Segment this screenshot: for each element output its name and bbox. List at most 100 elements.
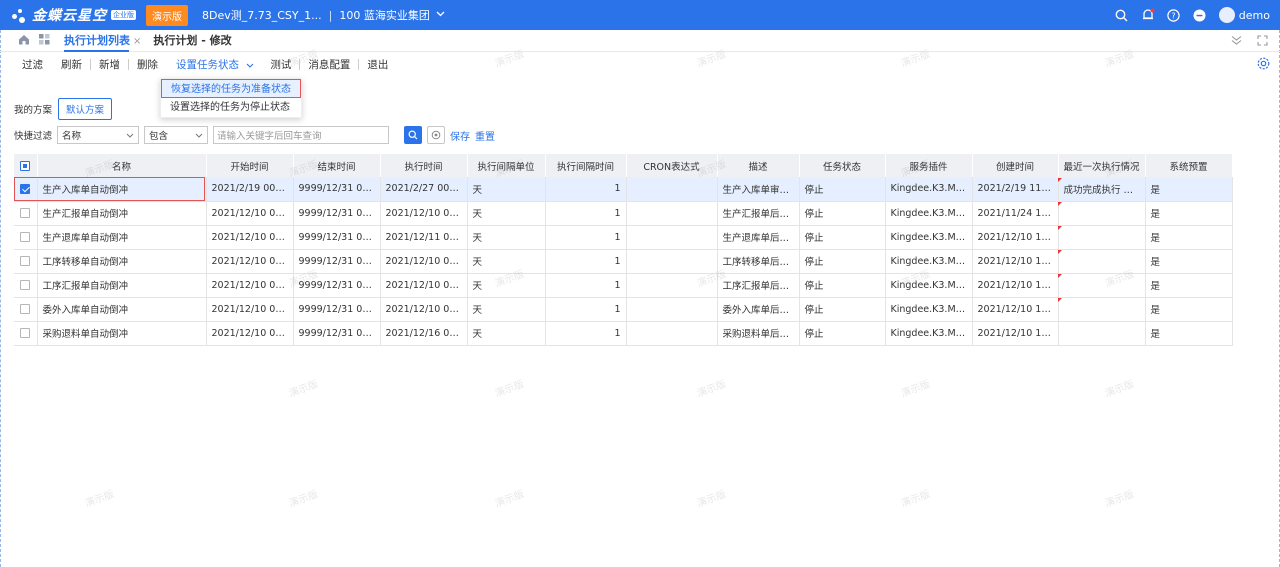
database-name[interactable]: 8Dev测_7.73_CSY_1... — [202, 7, 322, 23]
table-cell: 1 — [545, 273, 627, 298]
row-checkbox[interactable] — [20, 280, 31, 290]
search-icon[interactable] — [1115, 8, 1129, 22]
table-cell: 工序汇报单后台自... — [717, 273, 800, 298]
column-header[interactable]: 执行时间 — [380, 154, 468, 177]
new-button[interactable]: 新增 — [91, 57, 128, 72]
column-header[interactable]: CRON表达式 — [626, 154, 718, 177]
table-row[interactable]: 采购退料单自动倒冲 2021/12/10 00:0... 9999/12/31 00… — [14, 321, 1233, 346]
table-cell: 2021/12/10 14:1... — [972, 297, 1059, 322]
filter-operator-select[interactable]: 包含 — [144, 126, 209, 144]
filter-keyword-input[interactable]: 请输入关键字后回车查询 — [213, 126, 390, 144]
home-icon[interactable] — [18, 34, 30, 48]
column-header[interactable]: 描述 — [717, 154, 800, 177]
table-cell: 1 — [545, 297, 627, 322]
table-cell: 工序转移单后台自... — [717, 249, 800, 274]
row-select-cell[interactable] — [14, 177, 38, 202]
search-button[interactable] — [404, 126, 423, 144]
column-header[interactable]: 执行间隔单位 — [467, 154, 546, 177]
reset-filter-link[interactable]: 重置 — [475, 128, 495, 143]
select-all-cell[interactable] — [14, 154, 38, 177]
scheme-bar: 我的方案 默认方案 — [14, 98, 113, 120]
user-menu[interactable]: demo — [1218, 7, 1270, 23]
tab-label: 执行计划列表 — [64, 33, 130, 47]
table-cell: 生产入库单审核自... — [717, 177, 800, 202]
table-row[interactable]: 委外入库单自动倒冲 2021/12/10 00:0... 9999/12/31 00… — [14, 297, 1233, 322]
settings-gear-icon[interactable] — [1257, 57, 1270, 73]
bell-icon[interactable] — [1141, 8, 1155, 22]
table-row[interactable]: 生产入库单自动倒冲2021/2/19 00:00:...9999/12/31 0… — [14, 177, 1233, 202]
row-checkbox[interactable] — [20, 183, 31, 194]
table-cell: 生产汇报单自动倒冲 — [37, 201, 207, 226]
test-button[interactable]: 测试 — [262, 57, 299, 72]
table-cell: 9999/12/31 00:0... — [293, 297, 381, 322]
table-cell: 是 — [1145, 225, 1233, 250]
row-select-cell[interactable] — [14, 297, 38, 322]
filter-button[interactable]: 过滤 — [0, 57, 51, 72]
row-select-cell[interactable] — [14, 273, 38, 298]
row-select-cell[interactable] — [14, 321, 38, 346]
help-icon[interactable]: ? — [1167, 8, 1181, 22]
select-all-checkbox[interactable] — [20, 160, 31, 171]
refresh-button[interactable]: 刷新 — [51, 57, 90, 72]
close-icon[interactable]: × — [133, 36, 141, 47]
table-cell: 1 — [545, 225, 627, 250]
filter-field-select[interactable]: 名称 — [57, 126, 140, 144]
exit-button[interactable]: 退出 — [359, 57, 396, 72]
table-row[interactable]: 工序汇报单自动倒冲 2021/12/10 00:0... 9999/12/31 00… — [14, 273, 1233, 298]
tab-plan-list[interactable]: 执行计划列表 × — [64, 30, 141, 52]
row-checkbox[interactable] — [20, 304, 31, 314]
cell-change-marker — [1058, 274, 1062, 278]
column-header[interactable]: 最近一次执行情况 — [1058, 154, 1146, 177]
row-checkbox[interactable] — [20, 208, 31, 218]
delete-button[interactable]: 删除 — [129, 57, 166, 72]
cell-change-marker — [1058, 226, 1062, 230]
menu-item-set-stop[interactable]: 设置选择的任务为停止状态 — [161, 98, 301, 117]
column-header[interactable]: 执行间隔时间 — [545, 154, 627, 177]
row-checkbox[interactable] — [20, 328, 31, 338]
row-select-cell[interactable] — [14, 225, 38, 250]
table-cell: 1 — [545, 177, 627, 202]
column-header[interactable]: 系统预置 — [1145, 154, 1233, 177]
scheme-label: 我的方案 — [14, 105, 53, 116]
quick-filter-label: 快捷过滤 — [14, 131, 53, 142]
double-chevron-down-icon[interactable] — [1231, 35, 1242, 49]
apps-icon[interactable] — [39, 33, 50, 48]
tab-plan-edit[interactable]: 执行计划 - 修改 — [153, 30, 231, 52]
table-cell — [626, 177, 718, 202]
logo[interactable]: 金蝶云星空 企业版 — [10, 5, 136, 25]
advanced-filter-icon[interactable] — [427, 126, 446, 144]
watermark-text: 演示版 — [1103, 379, 1136, 400]
minus-circle-icon[interactable] — [1193, 8, 1207, 22]
row-select-cell[interactable] — [14, 249, 38, 274]
column-header[interactable]: 结束时间 — [293, 154, 381, 177]
save-filter-link[interactable]: 保存 — [450, 128, 470, 143]
column-header[interactable]: 服务插件 — [885, 154, 973, 177]
fullscreen-icon[interactable] — [1257, 35, 1268, 49]
chevron-down-icon[interactable] — [436, 10, 445, 20]
table-row[interactable]: 生产退库单自动倒冲 2021/12/10 00:0... 9999/12/31 00… — [14, 225, 1233, 250]
table-row[interactable]: 生产汇报单自动倒冲 2021/12/10 00:0... 9999/12/31 00… — [14, 201, 1233, 226]
logo-text: 金蝶云星空 — [32, 8, 107, 24]
table-cell: 2021/12/10 14:0... — [972, 225, 1059, 250]
table-cell: 停止 — [799, 321, 886, 346]
message-config-button[interactable]: 消息配置 — [300, 57, 358, 72]
org-selector[interactable]: 100 蓝海实业集团 — [339, 7, 430, 23]
table-cell: 天 — [467, 321, 546, 346]
default-scheme-button[interactable]: 默认方案 — [58, 98, 113, 120]
set-status-label: 设置任务状态 — [176, 58, 239, 71]
column-header[interactable]: 开始时间 — [206, 154, 294, 177]
table-row[interactable]: 工序转移单自动倒冲 2021/12/10 00:0... 9999/12/31 00… — [14, 249, 1233, 274]
table-cell: 成功完成执行 开... — [1058, 177, 1146, 202]
row-checkbox[interactable] — [20, 232, 31, 242]
row-checkbox[interactable] — [20, 256, 31, 266]
set-status-button[interactable]: 设置任务状态 — [166, 57, 262, 72]
row-select-cell[interactable] — [14, 201, 38, 226]
column-header[interactable]: 任务状态 — [799, 154, 886, 177]
menu-item-restore-ready[interactable]: 恢复选择的任务为准备状态 — [161, 79, 301, 98]
column-header[interactable]: 名称 — [37, 154, 207, 177]
table-cell — [626, 201, 718, 226]
column-header[interactable]: 创建时间 — [972, 154, 1059, 177]
table-cell: 2021/12/16 00:0... — [380, 321, 468, 346]
plan-table: 名称 开始时间 结束时间 执行时间 执行间隔单位 执行间隔时间 CRON表达式 … — [14, 154, 1233, 346]
set-status-dropdown: 恢复选择的任务为准备状态 设置选择的任务为停止状态 — [160, 78, 302, 118]
